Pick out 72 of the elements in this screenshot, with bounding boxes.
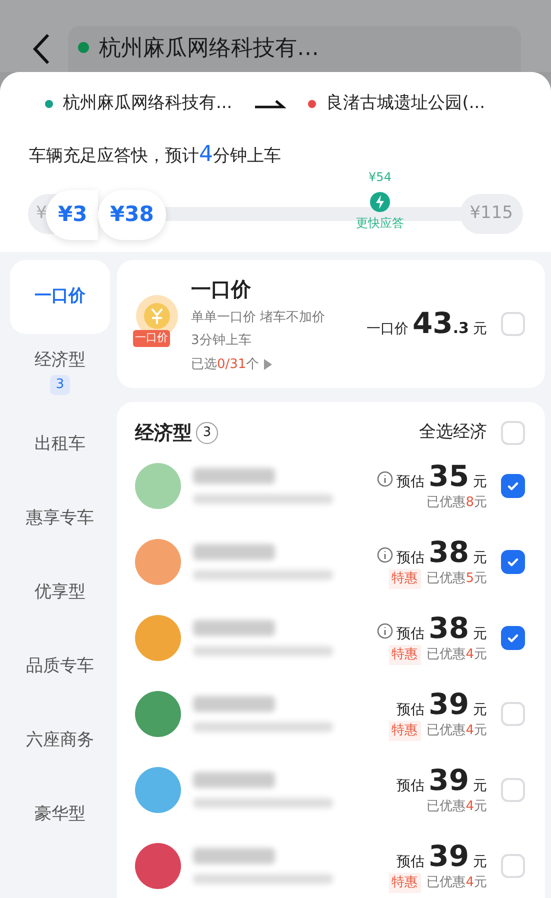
price: 35 xyxy=(428,459,469,494)
category-tab[interactable]: 品质专车 xyxy=(10,630,110,704)
category-tab[interactable]: 经济型 3 xyxy=(10,334,110,408)
discount-text: 已优惠4元 xyxy=(426,722,487,740)
checkbox[interactable] xyxy=(501,702,525,726)
price-unit: 元 xyxy=(473,320,487,340)
marker-label: 更快应答 xyxy=(356,215,404,232)
price-label: 一口价 xyxy=(366,320,408,340)
select-all-label: 全选经济 xyxy=(419,421,487,444)
estimate-label: 预估 xyxy=(396,473,425,492)
estimate-label: 预估 xyxy=(396,549,425,568)
checkbox[interactable] xyxy=(501,421,525,445)
fixed-price-tag: 一口价 xyxy=(133,330,170,346)
price: 38 xyxy=(428,611,469,646)
price: 39 xyxy=(428,687,469,722)
price: 38 xyxy=(428,535,469,570)
marker-price: ¥54 xyxy=(368,169,392,186)
eta-text: 车辆充足应答快，预计4分钟上车 xyxy=(29,146,281,166)
estimate-label: 预估 xyxy=(396,701,425,720)
lightning-icon xyxy=(370,192,390,212)
category-tab[interactable]: 豪华型 xyxy=(10,778,110,852)
checkbox[interactable] xyxy=(501,778,525,802)
price-handle[interactable]: ¥38 xyxy=(98,190,166,240)
selected-count: 已选0/31个 xyxy=(191,356,260,374)
start-location: 杭州麻瓜网络科技有... xyxy=(63,92,232,116)
discount-text: 已优惠4元 xyxy=(426,874,487,892)
category-tab[interactable]: 六座商务 xyxy=(10,704,110,778)
card-description: 单单一口价 堵车不加价 xyxy=(191,308,326,327)
category-tab[interactable]: 出租车 xyxy=(10,408,110,482)
estimate-label: 预估 xyxy=(396,853,425,872)
price-unit: 元 xyxy=(473,549,487,568)
section-title: 经济型 xyxy=(135,420,192,446)
checkbox[interactable] xyxy=(501,474,525,498)
max-price: ¥115 xyxy=(460,194,523,234)
price: 39 xyxy=(428,839,469,874)
estimate-label: 预估 xyxy=(396,625,425,644)
checkbox[interactable] xyxy=(501,854,525,878)
price-unit: 元 xyxy=(473,701,487,720)
category-tab[interactable]: 优享型 xyxy=(10,556,110,630)
special-tag: 特惠 xyxy=(388,873,421,893)
fixed-price-card[interactable]: 一口价 一口价 单单一口价 堵车不加价 3分钟上车 已选0/31个 一口价 43.3 元 xyxy=(117,260,545,388)
count-badge: 3 xyxy=(50,375,70,394)
info-icon[interactable] xyxy=(376,547,393,564)
price: 39 xyxy=(428,763,469,798)
special-tag: 特惠 xyxy=(388,645,421,665)
pickup-time: 3分钟上车 xyxy=(191,332,252,350)
discount-text: 已优惠5元 xyxy=(426,570,487,588)
price-unit: 元 xyxy=(473,473,487,492)
special-tag: 特惠 xyxy=(388,721,421,741)
discount-text: 已优惠4元 xyxy=(426,798,487,816)
card-title: 一口价 xyxy=(191,276,252,303)
origin-field[interactable]: 杭州麻瓜网络科技有… xyxy=(68,26,521,72)
checkbox[interactable] xyxy=(501,550,525,574)
price-unit: 元 xyxy=(473,853,487,872)
destination: 良渚古城遗址公园(... xyxy=(326,92,486,116)
category-tab[interactable]: 一口价 xyxy=(10,260,110,334)
estimate-label: 预估 xyxy=(396,777,425,796)
info-icon[interactable] xyxy=(376,623,393,640)
count-badge: 3 xyxy=(196,422,218,444)
discount-text: 已优惠8元 xyxy=(426,494,487,512)
info-icon[interactable] xyxy=(376,471,393,488)
price-unit: 元 xyxy=(473,777,487,796)
checkbox[interactable] xyxy=(501,312,525,336)
checkbox[interactable] xyxy=(501,626,525,650)
special-tag: 特惠 xyxy=(388,569,421,589)
origin-text: 杭州麻瓜网络科技有… xyxy=(99,35,319,63)
category-tab[interactable]: 惠享专车 xyxy=(10,482,110,556)
price-unit: 元 xyxy=(473,625,487,644)
play-icon xyxy=(264,359,272,370)
price: 43.3 xyxy=(412,305,469,342)
discount-text: 已优惠4元 xyxy=(426,646,487,664)
price-handle[interactable]: ¥3 xyxy=(46,190,98,240)
